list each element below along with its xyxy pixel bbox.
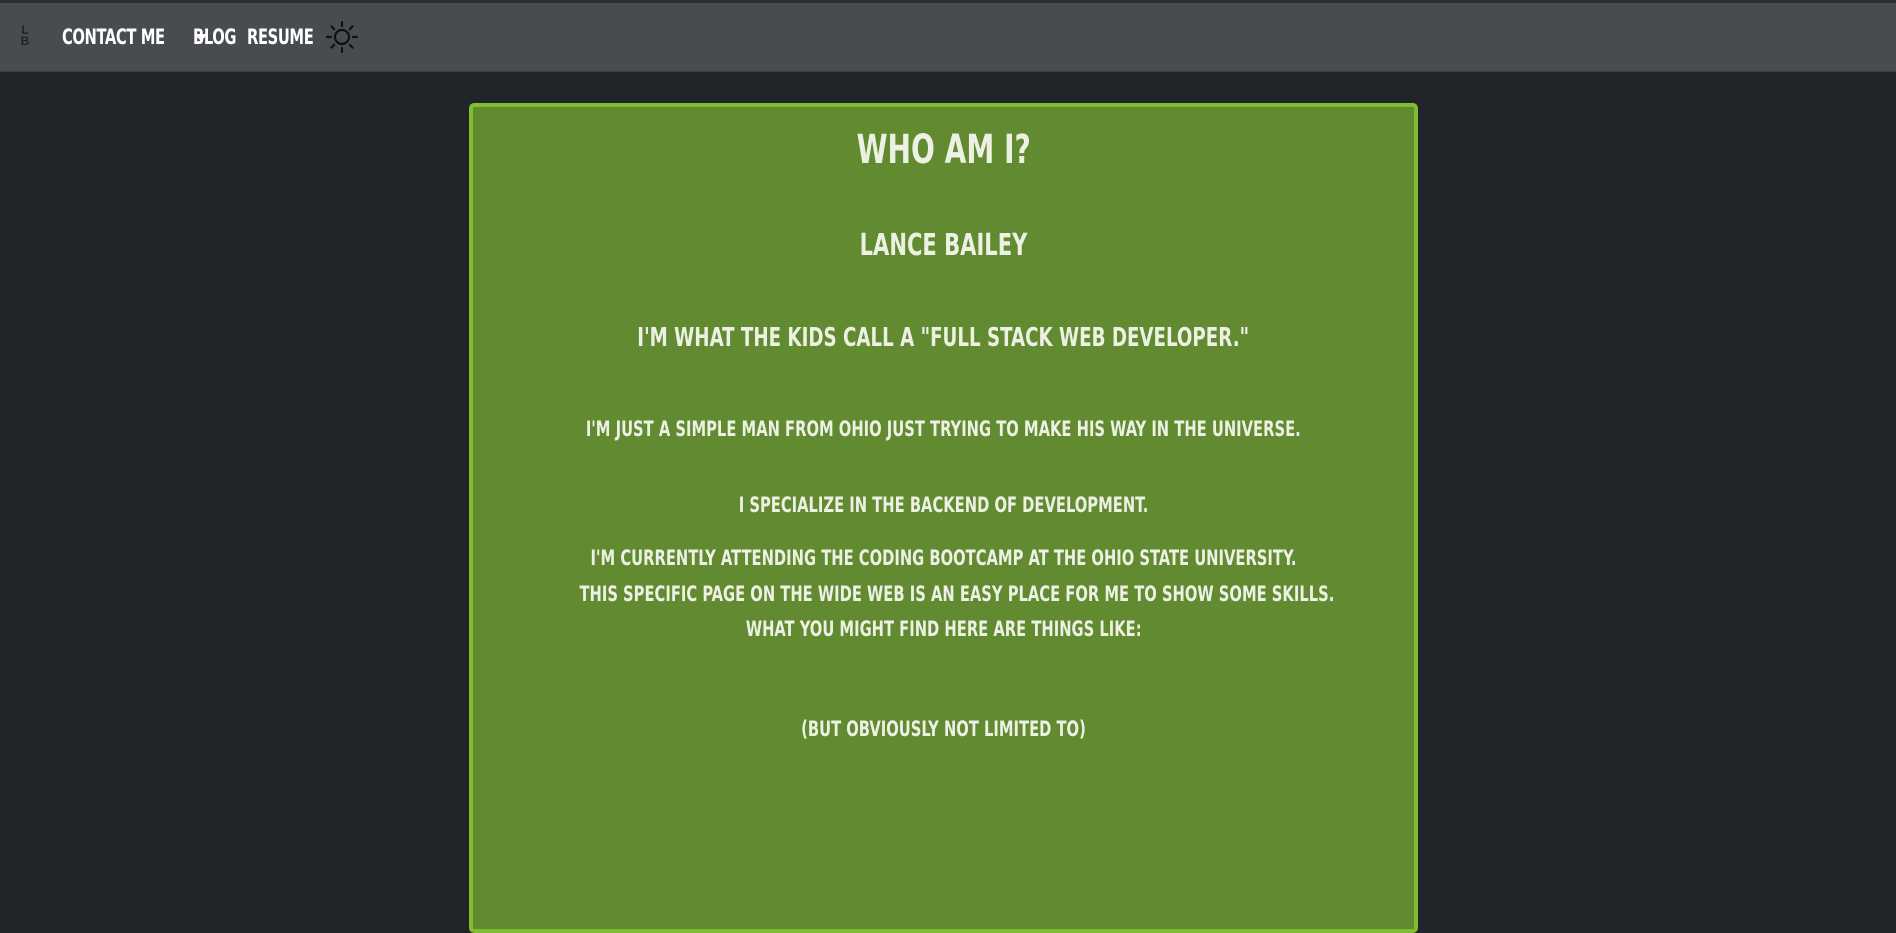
about-tagline: I'M WHAT THE KIDS CALL A "FULL STACK WEB… (637, 323, 1250, 353)
blog-link[interactable]: BLOG (193, 25, 236, 49)
navbar: L B CONTACT ME BLOG RESUME (0, 3, 1896, 72)
about-line-bootcamp: I'M CURRENTLY ATTENDING THE CODING BOOTC… (590, 546, 1297, 570)
about-card: WHO AM I? LANCE BAILEY I'M WHAT THE KIDS… (469, 103, 1418, 933)
about-line-backend: I SPECIALIZE IN THE BACKEND OF DEVELOPME… (738, 493, 1149, 517)
about-line-things: WHAT YOU MIGHT FIND HERE ARE THINGS LIKE… (745, 617, 1142, 641)
about-line-not-limited: (BUT OBVIOUSLY NOT LIMITED TO) (801, 717, 1086, 741)
about-line-skills: THIS SPECIFIC PAGE ON THE WIDE WEB IS AN… (579, 582, 1335, 606)
author-name: LANCE BAILEY (859, 228, 1028, 263)
brand-letter-b: B (20, 34, 30, 48)
sun-icon[interactable] (325, 20, 359, 54)
nav-links: CONTACT ME BLOG RESUME (62, 3, 332, 71)
about-line-ohio: I'M JUST A SIMPLE MAN FROM OHIO JUST TRY… (586, 417, 1301, 441)
contact-me-link[interactable]: CONTACT ME (62, 25, 165, 49)
resume-link[interactable]: RESUME (247, 25, 314, 49)
about-title: WHO AM I? (856, 127, 1031, 173)
contact-me-dropdown[interactable]: CONTACT ME (62, 25, 208, 49)
brand-logo[interactable]: L B (19, 24, 31, 53)
